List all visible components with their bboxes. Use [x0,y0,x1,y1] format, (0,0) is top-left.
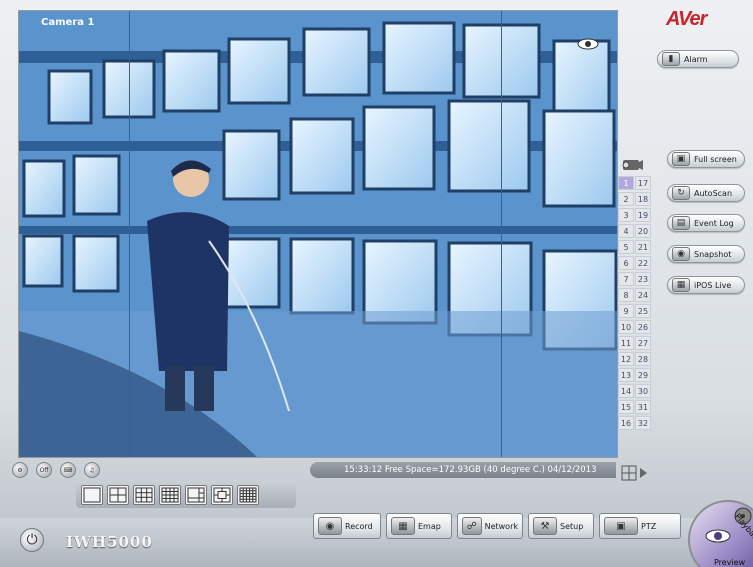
channel-button[interactable]: 17 [635,176,651,190]
channel-button[interactable]: 3 [618,208,634,222]
setup-button[interactable]: ⚒ Setup [528,513,594,539]
channel-button[interactable]: 9 [618,304,634,318]
network-icon: ☍ [462,517,482,535]
channel-button[interactable]: 20 [635,224,651,238]
ptz-icon: ▣ [604,517,638,535]
channel-button[interactable]: 29 [635,368,651,382]
autoscan-label: AutoScan [694,188,733,198]
channel-button[interactable]: 30 [635,384,651,398]
snapshot-label: Snapshot [694,249,732,259]
ipos-live-button[interactable]: ▦ iPOS Live [667,276,745,294]
channel-button[interactable]: 19 [635,208,651,222]
channel-button[interactable]: 11 [618,336,634,350]
speaker-icon[interactable]: ♫ [84,462,100,478]
channel-button[interactable]: 10 [618,320,634,334]
channel-button[interactable]: 6 [618,256,634,270]
ipos-live-label: iPOS Live [694,280,732,290]
ipos-live-icon: ▦ [672,278,690,292]
snapshot-button[interactable]: ◉ Snapshot [667,245,745,263]
alarm-icon: ▮ [662,52,680,66]
alarm-button[interactable]: ▮ Alarm [657,50,739,68]
ptz-button[interactable]: ▣ PTZ [599,513,681,539]
channel-button[interactable]: 31 [635,400,651,414]
tools-icon: ⚒ [533,517,557,535]
split-4-button[interactable] [107,485,129,505]
channel-button[interactable]: 15 [618,400,634,414]
split-line [501,11,502,457]
full-screen-icon: ▣ [672,152,690,166]
channel-button[interactable]: 22 [635,256,651,270]
channel-button[interactable]: 2 [618,192,634,206]
gear-icon[interactable]: ⚙ [12,462,28,478]
channel-button[interactable]: 5 [618,240,634,254]
channel-button[interactable]: 21 [635,240,651,254]
camera-icon [622,160,643,170]
full-screen-label: Full screen [694,154,737,164]
channel-button[interactable]: 27 [635,336,651,350]
channel-button[interactable]: 4 [618,224,634,238]
channel-button[interactable]: 18 [635,192,651,206]
channel-button[interactable]: 8 [618,288,634,302]
camera-label: Camera 1 [41,17,95,28]
split-mode-arrow-icon[interactable] [620,462,648,484]
channel-button[interactable]: 1 [618,176,634,190]
channel-button[interactable]: 26 [635,320,651,334]
keyboard-icon[interactable]: ⌨ [60,462,76,478]
record-icon: ◉ [318,517,342,535]
eye-icon [705,529,731,543]
split-6-button[interactable] [185,485,207,505]
record-button[interactable]: ◉ Record [313,513,381,539]
aver-logo: AVer [666,8,707,30]
channel-button[interactable]: 16 [618,416,634,430]
split-layout-toolbar [76,482,296,508]
power-icon: ⏻ [26,532,38,548]
split-13-button[interactable] [211,485,233,505]
status-bar: 15:33:12 Free Space=172.93GB (40 degree … [310,462,616,478]
split-25-button[interactable] [237,485,259,505]
event-log-label: Event Log [694,218,734,228]
channel-button[interactable]: 13 [618,368,634,382]
network-button[interactable]: ☍ Network [457,513,523,539]
playback-preview-dial[interactable]: Playback Preview [688,500,753,567]
autoscan-icon: ↻ [672,186,690,200]
ptz-label: PTZ [641,521,657,531]
app-frame: Camera 1 AVer ▮ Alarm 1 2 3 4 5 6 7 8 9 10 11 12 13 1… [0,0,753,567]
channel-button[interactable]: 14 [618,384,634,398]
preview-label[interactable]: Preview [714,558,745,567]
channel-button[interactable]: 25 [635,304,651,318]
emap-label: Emap [418,521,441,531]
emap-button[interactable]: ▦ Emap [386,513,452,539]
channel-button[interactable]: 28 [635,352,651,366]
event-log-button[interactable]: ▤ Event Log [667,214,745,232]
surveillance-image [19,11,617,457]
split-1-button[interactable] [81,485,103,505]
setup-label: Setup [560,521,584,531]
split-line [129,11,130,457]
autoscan-button[interactable]: ↻ AutoScan [667,184,745,202]
power-button[interactable]: ⏻ [20,528,44,552]
channel-button[interactable]: 12 [618,352,634,366]
snapshot-icon: ◉ [672,247,690,261]
eye-icon[interactable] [577,37,599,51]
channel-button[interactable]: 23 [635,272,651,286]
emap-icon: ▦ [391,517,415,535]
record-label: Record [345,521,373,531]
split-9-button[interactable] [133,485,155,505]
full-screen-button[interactable]: ▣ Full screen [667,150,745,168]
split-16-button[interactable] [159,485,181,505]
audio-off-icon[interactable]: Off [36,462,52,478]
channel-button[interactable]: 7 [618,272,634,286]
model-name: IWH5000 [66,533,153,551]
video-view[interactable]: Camera 1 [18,10,618,458]
event-log-icon: ▤ [672,216,690,230]
channel-button[interactable]: 32 [635,416,651,430]
network-label: Network [484,521,518,531]
channel-button[interactable]: 24 [635,288,651,302]
alarm-label: Alarm [684,54,708,64]
